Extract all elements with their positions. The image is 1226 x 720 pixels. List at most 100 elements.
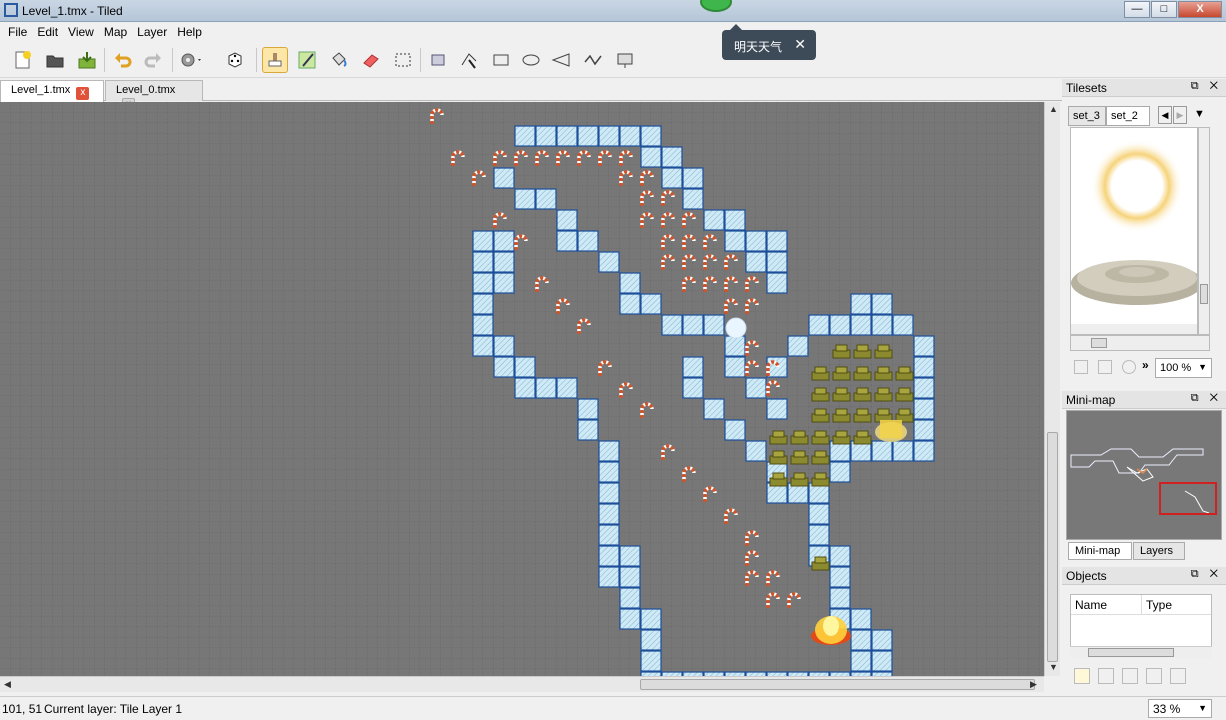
canvas-horizontal-scrollbar[interactable]: ◀ ▶ xyxy=(0,676,1044,692)
panel-float-close-icons[interactable]: ⧉ ✕ xyxy=(1191,568,1222,581)
tab-close-icon[interactable]: x xyxy=(76,87,90,100)
ice-tile xyxy=(913,335,935,357)
redo-icon[interactable] xyxy=(140,47,166,73)
eraser-icon[interactable] xyxy=(358,47,384,73)
ice-tile xyxy=(535,377,557,399)
tab-list-dropdown-icon[interactable]: ▼ xyxy=(1194,108,1205,120)
ice-tile xyxy=(640,146,662,168)
tileset-properties-icon[interactable] xyxy=(1122,360,1136,374)
map-view[interactable] xyxy=(0,102,1044,676)
floating-widget-icon[interactable] xyxy=(700,0,732,12)
panel-float-close-icons[interactable]: ⧉ ✕ xyxy=(1191,392,1222,405)
ice-tile xyxy=(829,545,851,567)
scroll-up-icon[interactable]: ▲ xyxy=(1049,104,1058,114)
edit-polygons-icon[interactable] xyxy=(456,47,482,73)
menu-layer[interactable]: Layer xyxy=(133,22,173,42)
insert-rectangle-icon[interactable] xyxy=(488,47,514,73)
scroll-left-icon[interactable]: ◀ xyxy=(4,679,11,690)
menu-map[interactable]: Map xyxy=(100,22,133,42)
new-tileset-icon[interactable] xyxy=(1074,360,1088,374)
ice-tile xyxy=(724,335,746,357)
ice-tile xyxy=(619,125,641,147)
scroll-right-icon[interactable]: ▶ xyxy=(1030,679,1037,690)
status-bar: 101, 51 Current layer: Tile Layer 1 33 %… xyxy=(0,696,1226,720)
minimize-button[interactable]: — xyxy=(1124,1,1150,18)
tileset-vertical-scrollbar[interactable] xyxy=(1198,127,1210,335)
stamp-brush-icon[interactable] xyxy=(262,47,288,73)
select-objects-icon[interactable] xyxy=(426,47,452,73)
ice-tile xyxy=(913,398,935,420)
ice-tile xyxy=(703,209,725,231)
new-map-icon[interactable] xyxy=(10,47,36,73)
bucket-fill-icon[interactable] xyxy=(326,47,352,73)
menu-file[interactable]: File xyxy=(4,22,33,42)
tab-scroll-right-icon[interactable]: ▶ xyxy=(1173,106,1187,124)
ice-tile xyxy=(703,398,725,420)
map-zoom-select[interactable]: 33 % ▼ xyxy=(1148,699,1212,718)
crate xyxy=(853,408,872,423)
save-icon[interactable] xyxy=(74,47,100,73)
crate xyxy=(853,344,872,359)
more-options-icon[interactable]: » xyxy=(1142,358,1149,372)
ice-tile xyxy=(493,335,515,357)
panel-float-close-icons[interactable]: ⧉ ✕ xyxy=(1191,80,1222,93)
menu-help[interactable]: Help xyxy=(173,22,208,42)
object-properties-icon[interactable] xyxy=(1170,668,1186,684)
terrain-brush-icon[interactable] xyxy=(294,47,320,73)
menu-edit[interactable]: Edit xyxy=(33,22,64,42)
column-type-header[interactable]: Type xyxy=(1142,595,1211,614)
crate xyxy=(832,408,851,423)
tab-level-1[interactable]: Level_1.tmx x xyxy=(0,80,104,102)
close-window-button[interactable]: X xyxy=(1178,1,1222,18)
insert-tile-icon[interactable] xyxy=(612,47,638,73)
tab-level-0[interactable]: Level_0.tmxx xyxy=(105,80,203,111)
command-icon[interactable] xyxy=(178,47,204,73)
scroll-thumb[interactable] xyxy=(1047,432,1058,662)
viewport-indicator[interactable] xyxy=(1159,482,1217,515)
tab-minimap[interactable]: Mini-map xyxy=(1068,542,1132,560)
ice-tile xyxy=(871,650,893,672)
tileset-zoom-select[interactable]: 100 % ▼ xyxy=(1155,358,1212,378)
open-icon[interactable] xyxy=(42,47,68,73)
delete-objects-icon[interactable] xyxy=(1122,668,1138,684)
tileset-tabs: set_3 set_2 ◀ ▶ ▼ xyxy=(1066,104,1224,126)
tileset-view[interactable] xyxy=(1070,127,1198,335)
duplicate-objects-icon[interactable] xyxy=(1098,668,1114,684)
import-tileset-icon[interactable] xyxy=(1098,360,1112,374)
random-mode-icon[interactable] xyxy=(222,47,248,73)
scroll-thumb[interactable] xyxy=(1200,284,1208,304)
add-object-layer-icon[interactable] xyxy=(1074,668,1090,684)
ice-tile xyxy=(913,377,935,399)
tileset-horizontal-scrollbar[interactable] xyxy=(1070,335,1210,351)
tab-scroll-left-icon[interactable]: ◀ xyxy=(1158,106,1172,124)
map-canvas[interactable] xyxy=(0,102,1044,676)
ice-tile xyxy=(871,629,893,651)
scroll-thumb[interactable] xyxy=(1088,648,1174,657)
insert-polygon-icon[interactable] xyxy=(548,47,574,73)
ice-tile xyxy=(598,461,620,483)
insert-polyline-icon[interactable] xyxy=(580,47,606,73)
objects-horizontal-scrollbar[interactable] xyxy=(1070,646,1212,658)
scroll-thumb[interactable] xyxy=(1091,338,1107,348)
scroll-down-icon[interactable]: ▼ xyxy=(1049,662,1058,672)
tooltip-close-icon[interactable]: ✕ xyxy=(794,36,806,53)
tab-layers[interactable]: Layers xyxy=(1133,542,1185,560)
scroll-thumb[interactable] xyxy=(640,679,1035,690)
crate xyxy=(874,387,893,402)
ice-tile xyxy=(556,230,578,252)
undo-icon[interactable] xyxy=(110,47,136,73)
ice-tile xyxy=(745,251,767,273)
column-name-header[interactable]: Name xyxy=(1071,595,1142,614)
zoom-value: 100 % xyxy=(1160,362,1192,374)
halo-tile xyxy=(1091,140,1183,232)
rectangle-select-icon[interactable] xyxy=(390,47,416,73)
minimap-view[interactable] xyxy=(1066,410,1222,540)
tab-tileset-3[interactable]: set_3 xyxy=(1068,106,1106,126)
insert-ellipse-icon[interactable] xyxy=(518,47,544,73)
maximize-button[interactable]: □ xyxy=(1151,1,1177,18)
crate xyxy=(769,450,788,465)
tab-tileset-2[interactable]: set_2 xyxy=(1106,106,1150,126)
menu-view[interactable]: View xyxy=(64,22,100,42)
canvas-vertical-scrollbar[interactable]: ▲ ▼ xyxy=(1044,102,1060,676)
move-objects-icon[interactable] xyxy=(1146,668,1162,684)
